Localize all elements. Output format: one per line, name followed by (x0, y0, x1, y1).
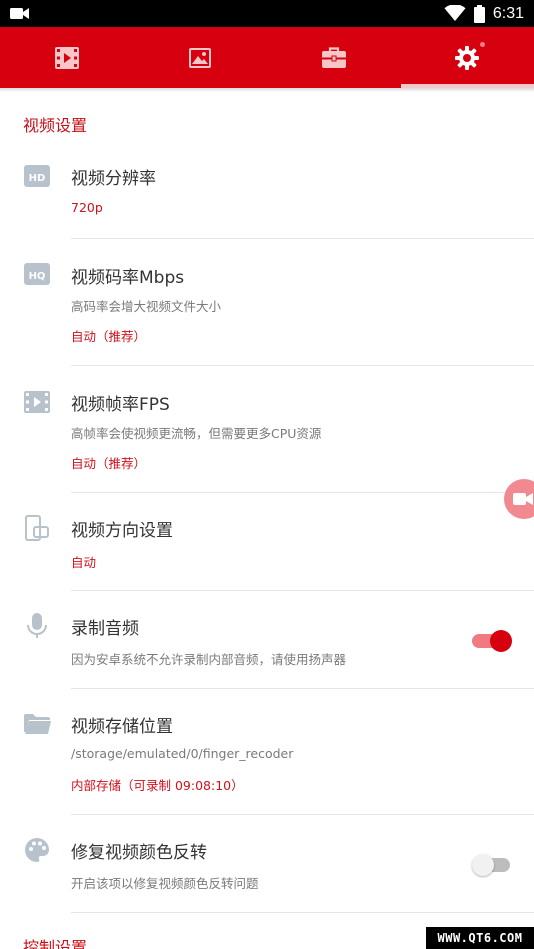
setting-value: 自动（推荐） (71, 329, 147, 344)
tabbar-shadow (0, 88, 534, 92)
folder-icon (24, 714, 51, 734)
clock: 6:31 (492, 4, 524, 22)
hd-icon: HD (24, 165, 50, 187)
record-audio-toggle[interactable] (472, 628, 512, 652)
setting-title: 视频帧率FPS (71, 395, 170, 415)
svg-text:HD: HD (29, 173, 46, 184)
microphone-icon (27, 613, 47, 638)
camera-notification-icon (10, 8, 29, 19)
setting-value: 自动 (71, 555, 97, 570)
tab-settings[interactable] (400, 27, 534, 88)
toolbox-icon (321, 47, 346, 68)
svg-text:HQ: HQ (29, 271, 46, 282)
section-title-video: 视频设置 (23, 116, 88, 135)
battery-icon (473, 4, 485, 23)
setting-title: 视频分辨率 (71, 169, 156, 189)
palette-icon (25, 838, 50, 862)
image-icon (189, 47, 212, 68)
screen-rotation-icon (25, 515, 49, 541)
watermark: WWW.QT6.COM (426, 927, 534, 949)
setting-video-fps[interactable]: 视频帧率FPS 高帧率会使视频更流畅，但需要更多CPU资源 自动（推荐） (0, 366, 534, 493)
setting-description: 高码率会增大视频文件大小 (71, 299, 222, 314)
setting-description: 开启该项以修复视频颜色反转问题 (71, 876, 259, 891)
setting-video-orientation[interactable]: 视频方向设置 自动 (0, 493, 534, 591)
setting-fix-color-inversion[interactable]: 修复视频颜色反转 开启该项以修复视频颜色反转问题 (0, 815, 534, 913)
notification-badge (479, 42, 485, 47)
hq-icon: HQ (24, 263, 50, 285)
setting-value: 720p (71, 200, 103, 215)
top-tab-bar (0, 27, 534, 88)
color-inversion-toggle[interactable] (472, 852, 512, 876)
setting-description: 因为安卓系统不允许录制内部音频，请使用扬声器 (71, 652, 347, 667)
setting-storage-location[interactable]: 视频存储位置 /storage/emulated/0/finger_recode… (0, 689, 534, 815)
divider (71, 912, 534, 913)
film-icon (24, 391, 50, 413)
setting-video-bitrate[interactable]: HQ 视频码率Mbps 高码率会增大视频文件大小 自动（推荐） (0, 239, 534, 366)
video-film-icon (54, 46, 79, 69)
setting-value: 内部存储（可录制 09:08:10） (71, 778, 244, 793)
setting-value: 自动（推荐） (71, 456, 147, 471)
tab-videos[interactable] (0, 27, 134, 88)
tab-tools[interactable] (267, 27, 401, 88)
setting-video-resolution[interactable]: HD 视频分辨率 720p (0, 150, 534, 239)
setting-title: 视频方向设置 (71, 521, 173, 541)
setting-title: 视频码率Mbps (71, 268, 185, 288)
wifi-icon (444, 5, 466, 21)
video-camera-icon (513, 493, 533, 505)
setting-description: /storage/emulated/0/finger_recoder (71, 746, 294, 761)
toggle-thumb (472, 854, 494, 876)
setting-record-audio[interactable]: 录制音频 因为安卓系统不允许录制内部音频，请使用扬声器 (0, 591, 534, 689)
setting-title: 视频存储位置 (71, 717, 173, 737)
tab-images[interactable] (134, 27, 268, 88)
setting-title: 录制音频 (71, 619, 139, 639)
setting-description: 高帧率会使视频更流畅，但需要更多CPU资源 (71, 426, 322, 441)
setting-title: 修复视频颜色反转 (71, 843, 207, 863)
section-title-control: 控制设置 (23, 938, 88, 949)
toggle-thumb (490, 630, 512, 652)
status-bar: 6:31 (0, 0, 534, 27)
gear-icon (455, 45, 480, 70)
